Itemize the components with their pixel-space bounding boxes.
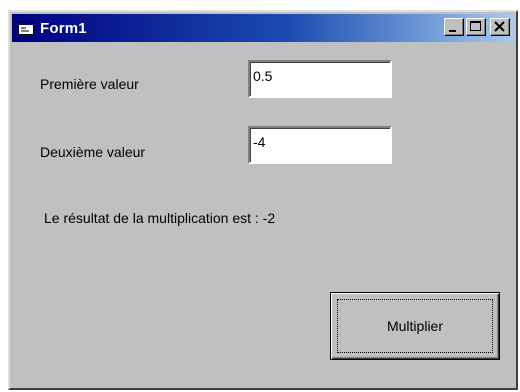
second-value-label: Deuxième valeur: [40, 144, 146, 160]
close-button[interactable]: [490, 18, 510, 36]
close-icon: [494, 21, 505, 32]
first-value-input[interactable]: 0.5: [248, 60, 392, 98]
maximize-icon: [470, 21, 481, 31]
multiply-button[interactable]: Multiplier: [330, 292, 500, 360]
first-value-label: Première valeur: [40, 76, 139, 92]
form1-window: Form1 Première valeur 0.5 Deuxième valeu…: [8, 10, 518, 390]
multiply-button-label: Multiplier: [386, 318, 443, 334]
title-buttons: [444, 18, 510, 36]
form-app-icon[interactable]: [18, 21, 34, 35]
result-label: Le résultat de la multiplication est : -…: [44, 210, 276, 226]
minimize-icon: [449, 30, 456, 32]
title-bar[interactable]: Form1: [12, 14, 514, 42]
window-title: Form1: [40, 19, 87, 37]
maximize-button[interactable]: [466, 18, 486, 36]
second-value-input[interactable]: -4: [248, 126, 392, 164]
minimize-button[interactable]: [444, 18, 464, 36]
